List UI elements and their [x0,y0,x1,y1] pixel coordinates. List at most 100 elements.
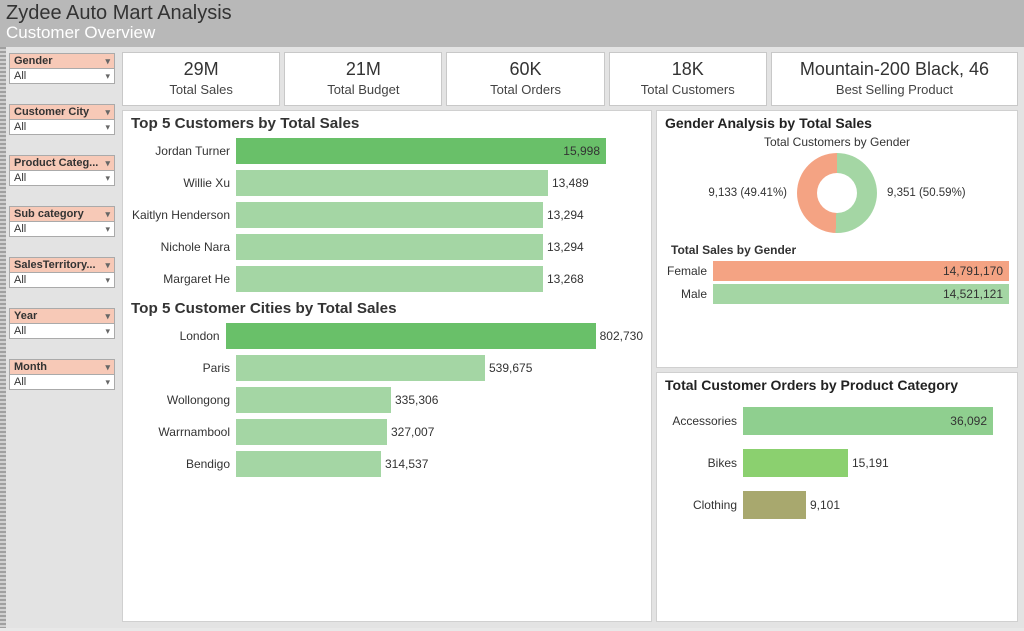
gender-donut-chart[interactable]: 9,133 (49.41%) 9,351 (50.59%) [665,153,1009,233]
report-subtitle: Customer Overview [6,23,1018,43]
slicer-label: Sub category [14,208,84,220]
category-chart[interactable]: Accessories36,092 Bikes15,191 Clothing 9,10… [665,407,1009,519]
slicer-selected: All [14,70,26,82]
slicer-label: Product Categ... [14,157,98,169]
bar-row: Paris 539,675 [131,355,643,381]
bar-row: Wollongong335,306 [131,387,643,413]
kpi-row: 29M Total Sales 21MTotal Budget60KTotal Or… [118,47,1024,110]
bar-label: Jordan Turner [131,144,236,158]
slicer-sub-category[interactable]: Sub category▾All ▾ [9,206,115,237]
bar: 36,092 [743,407,993,435]
slicer-value[interactable]: All ▾ [9,273,115,288]
slicer-selected: All [14,274,26,286]
chevron-down-icon: ▾ [105,224,110,235]
top-customers-title: Top 5 Customers by Total Sales [131,115,643,132]
slicer-label: Month [14,361,47,373]
male-label: Male [665,287,713,301]
slicer-selected: All [14,223,26,235]
slicer-header[interactable]: SalesTerritory...▾ [9,257,115,273]
gender-title: Gender Analysis by Total Sales [665,115,1009,131]
bar-label: Clothing [665,498,743,512]
slicer-gender[interactable]: Gender▾All▾ [9,53,115,84]
kpi-label: Best Selling Product [776,82,1013,97]
bar-label: Paris [131,361,236,375]
slicer-value[interactable]: All▾ [9,171,115,186]
donut-right-label: 9,351 (50.59%) [887,187,966,199]
donut-left-label: 9,133 (49.41%) [708,187,787,199]
chevron-down-icon: ▾ [105,377,110,388]
slicer-header[interactable]: Product Categ... ▾ [9,155,115,171]
chevron-down-icon: ▾ [105,275,110,286]
kpi-value: Mountain-200 Black, 46 [776,59,1013,80]
top-cities-title: Top 5 Customer Cities by Total Sales [131,300,643,317]
slicer-sidebar: Gender▾All▾Customer City▾All▾Product Cat… [6,47,118,628]
slicer-header[interactable]: Gender▾ [9,53,115,69]
bar [236,419,387,445]
slicer-year[interactable]: Year▾All▾ [9,308,115,339]
male-value: 14,521,121 [943,287,1003,301]
bar-value: 802,730 [600,329,643,343]
chevron-down-icon: ▾ [105,158,110,169]
female-value: 14,791,170 [943,264,1003,278]
slicer-value[interactable]: All▾ [9,69,115,84]
slicer-label: SalesTerritory... [14,259,96,271]
kpi-card[interactable]: Mountain-200 Black, 46 Best Selling Produ… [771,52,1018,106]
bar-value: 539,675 [489,361,532,375]
kpi-card[interactable]: 60KTotal Orders [446,52,604,106]
bar [236,170,548,196]
slicer-label: Customer City [14,106,89,118]
bar-row: Bikes15,191 [665,449,1009,477]
bar-label: Kaitlyn Henderson [131,208,236,222]
slicer-label: Year [14,310,37,322]
kpi-label: Total Budget [289,82,437,97]
bar [236,266,543,292]
bar-row: Jordan Turner 15,998 [131,138,643,164]
slicer-product-categ-[interactable]: Product Categ...▾All▾ [9,155,115,186]
bar-row: Nichole Nara13,294 [131,234,643,260]
slicer-value[interactable]: All▾ [9,120,115,135]
chevron-down-icon: ▾ [105,173,110,184]
bar-row: Accessories36,092 [665,407,1009,435]
bar-row: Willie Xu13,489 [131,170,643,196]
gender-sales-chart[interactable]: Female 14,791,170 Male 14,521,121 [665,261,1009,304]
slicer-selected: All [14,376,26,388]
slicer-salesterritory-[interactable]: SalesTerritory...▾All ▾ [9,257,115,288]
bar-value: 9,101 [810,498,840,512]
top-customers-chart[interactable]: Jordan Turner 15,998 Willie Xu13,489 Kaitly… [131,138,643,292]
bar-value: 36,092 [950,414,987,428]
kpi-label: Total Orders [451,82,599,97]
report-title: Zydee Auto Mart Analysis [6,2,1018,25]
slicer-month[interactable]: Month▾All ▾ [9,359,115,390]
slicer-label: Gender [14,55,53,67]
bar-value: 13,294 [547,208,584,222]
bar [236,387,391,413]
kpi-card[interactable]: 29M Total Sales [122,52,280,106]
top-cities-chart[interactable]: London802,730Paris539,675Wollongong335,3… [131,323,643,477]
category-panel: Total Customer Orders by Product Categor… [656,372,1018,622]
bar-value: 13,268 [547,272,584,286]
kpi-value: 18K [614,59,762,80]
left-charts-panel: Top 5 Customers by Total Sales Jordan Tu… [122,110,652,622]
kpi-card[interactable]: 21MTotal Budget [284,52,442,106]
bar: 15,998 [236,138,606,164]
kpi-value: 29M [127,59,275,80]
category-title: Total Customer Orders by Product Categor… [665,377,1009,393]
slicer-value[interactable]: All ▾ [9,222,115,237]
bar [236,451,381,477]
bar-label: Bendigo [131,457,236,471]
bar-value: 335,306 [395,393,438,407]
slicer-header[interactable]: Sub category▾ [9,206,115,222]
slicer-header[interactable]: Month▾ [9,359,115,375]
bar-value: 15,998 [563,144,600,158]
slicer-customer-city[interactable]: Customer City ▾ All▾ [9,104,115,135]
slicer-value[interactable]: All▾ [9,324,115,339]
bar [236,234,543,260]
kpi-label: Total Sales [127,82,275,97]
bar-row: Kaitlyn Henderson 13,294 [131,202,643,228]
bar-label: Margaret He [131,272,236,286]
kpi-card[interactable]: 18KTotal Customers [609,52,767,106]
slicer-header[interactable]: Year▾ [9,308,115,324]
chevron-down-icon: ▾ [105,107,110,118]
slicer-header[interactable]: Customer City ▾ [9,104,115,120]
slicer-value[interactable]: All ▾ [9,375,115,390]
